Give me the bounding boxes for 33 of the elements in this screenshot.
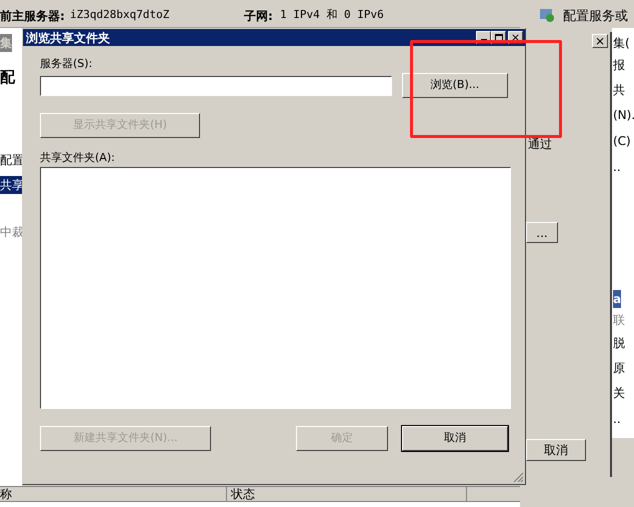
- panel-text: 配: [0, 67, 15, 88]
- action-item[interactable]: (C): [613, 132, 631, 150]
- action-item[interactable]: 原: [613, 359, 625, 377]
- action-item[interactable]: 报: [613, 56, 625, 74]
- action-item[interactable]: ..: [613, 158, 621, 176]
- action-item[interactable]: 集(: [613, 34, 630, 52]
- window-title: 浏览共享文件夹: [26, 30, 111, 46]
- ellipsis-button[interactable]: ...: [526, 222, 558, 243]
- action-item[interactable]: ..: [613, 410, 621, 428]
- action-item[interactable]: 联: [613, 311, 625, 329]
- action-item[interactable]: (N).: [613, 106, 634, 124]
- close-button[interactable]: ×: [592, 34, 608, 48]
- subnet-value: 1 IPv4 和 0 IPv6: [280, 7, 384, 23]
- server-label: 前主服务器:: [0, 8, 65, 25]
- action-item[interactable]: 脱: [613, 334, 625, 352]
- action-item[interactable]: a: [613, 290, 622, 308]
- window-text: 通过: [528, 136, 552, 153]
- server-value: iZ3qd28bxq7dtoZ: [70, 7, 170, 23]
- resize-grip-icon: [512, 471, 524, 483]
- dialog-button[interactable]: 取消: [402, 426, 508, 451]
- action-item[interactable]: 关: [613, 384, 625, 402]
- column-header[interactable]: 称: [0, 487, 227, 501]
- action-title: 配置服务或: [563, 8, 628, 26]
- subnet-label: 子网:: [244, 8, 273, 25]
- folders-label: 共享文件夹(A):: [40, 150, 116, 166]
- dialog-button[interactable]: 浏览(B)...: [402, 73, 508, 98]
- panel-text: 共享: [0, 176, 24, 194]
- cancel-button[interactable]: 取消: [526, 439, 586, 461]
- action-item[interactable]: 共: [613, 81, 625, 99]
- panel-text: 集: [0, 34, 12, 52]
- server-field-label: 服务器(S):: [40, 56, 94, 72]
- column-header[interactable]: 状态: [227, 487, 467, 501]
- server-input[interactable]: [40, 76, 392, 96]
